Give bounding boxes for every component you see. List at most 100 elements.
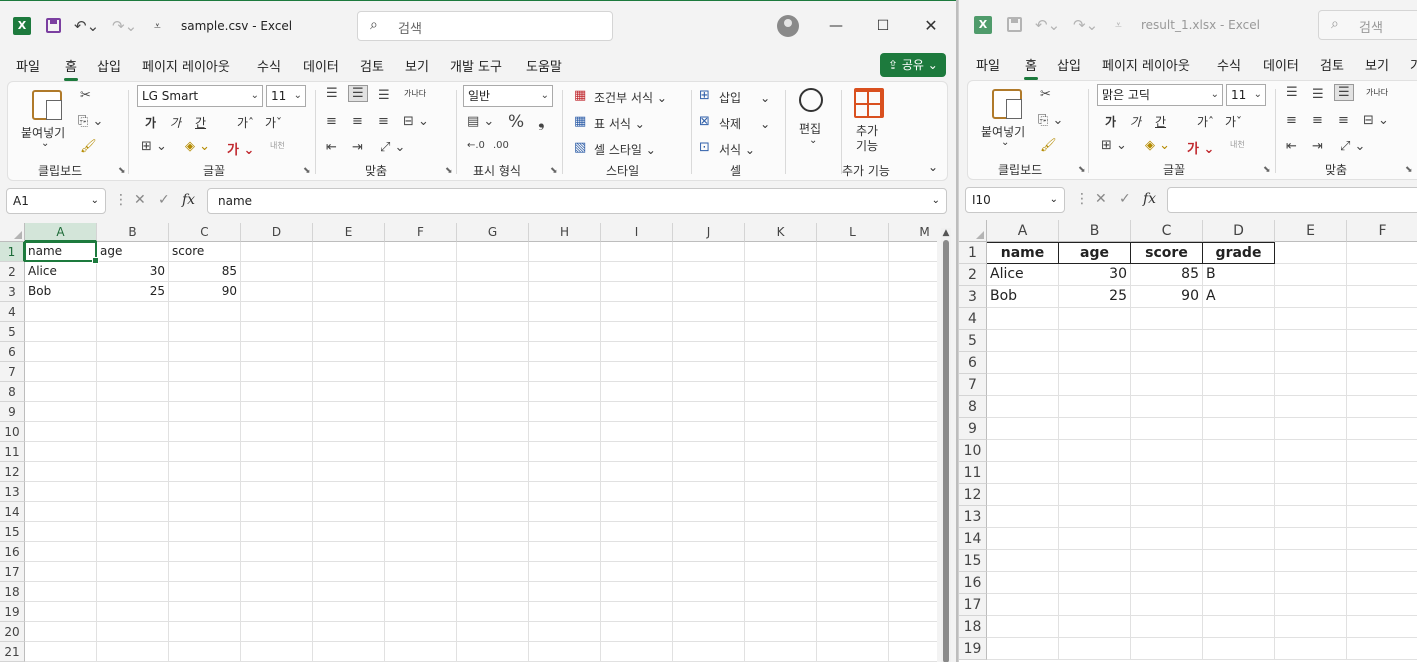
row-header-5[interactable]: 5 [959,330,987,352]
cell-E13[interactable] [1275,506,1347,528]
cell-L7[interactable] [817,362,889,382]
enter-formula-icon[interactable]: ✓ [158,192,170,208]
alignment-launcher-icon[interactable]: ⬊ [1405,165,1413,175]
cell-E6[interactable] [313,342,385,362]
cell-D6[interactable] [241,342,313,362]
format-as-table-icon[interactable]: ▦ [574,114,586,129]
format-as-table-button[interactable]: 표 서식 ⌄ [594,115,645,132]
cell-F12[interactable] [385,462,457,482]
cell-B18[interactable] [97,582,169,602]
cell-C2[interactable]: 85 [169,262,241,282]
tab-developer[interactable]: 가 [1410,55,1417,74]
cell-A9[interactable] [987,418,1059,440]
cell-A11[interactable] [25,442,97,462]
cell-D9[interactable] [1203,418,1275,440]
cell-G17[interactable] [457,562,529,582]
add-ins-icon[interactable] [854,88,884,118]
cell-H12[interactable] [529,462,601,482]
cell-G16[interactable] [457,542,529,562]
cell-B8[interactable] [97,382,169,402]
format-cells-icon[interactable]: ⊡ [699,140,710,155]
row-header-20[interactable]: 20 [0,622,25,642]
cell-M4[interactable] [889,302,937,322]
font-name-combo[interactable]: LG Smart ⌄ [137,85,263,107]
cell-E8[interactable] [1275,396,1347,418]
cell-B11[interactable] [1059,462,1131,484]
cell-E3[interactable] [1275,286,1347,308]
orientation-icon[interactable]: ⤢ ⌄ [1340,139,1365,154]
tab-page-layout[interactable]: 페이지 레이아웃 [1102,55,1190,74]
border-icon[interactable]: ⊞ ⌄ [141,139,167,154]
merge-center-icon[interactable]: ⊟ ⌄ [403,114,429,129]
column-header-H[interactable]: H [529,223,601,242]
cell-I9[interactable] [601,402,673,422]
tab-help[interactable]: 도움말 [526,56,562,75]
cell-D15[interactable] [1203,550,1275,572]
wrap-text-button[interactable]: 가나다 [1366,87,1388,98]
column-header-C[interactable]: C [1131,220,1203,242]
row-header-12[interactable]: 12 [959,484,987,506]
cell-E3[interactable] [313,282,385,302]
copy-icon[interactable]: ⎘ ⌄ [78,114,103,129]
tab-data[interactable]: 데이터 [303,56,339,75]
cell-K15[interactable] [745,522,817,542]
row-header-19[interactable]: 19 [959,638,987,660]
cell-E5[interactable] [1275,330,1347,352]
cell-J3[interactable] [673,282,745,302]
cell-D3[interactable] [241,282,313,302]
grow-font-button[interactable]: 가ˆ [1197,113,1214,130]
number-format-combo[interactable]: 일반 ⌄ [463,85,553,107]
cell-L4[interactable] [817,302,889,322]
cell-G19[interactable] [457,602,529,622]
maximize-icon[interactable]: ☐ [870,13,896,39]
formula-input[interactable] [1167,187,1417,213]
row-header-8[interactable]: 8 [0,382,25,402]
cut-icon[interactable]: ✂ [80,88,91,103]
cell-M6[interactable] [889,342,937,362]
cell-M11[interactable] [889,442,937,462]
cell-C6[interactable] [1131,352,1203,374]
cell-M5[interactable] [889,322,937,342]
row-header-10[interactable]: 10 [959,440,987,462]
row-header-10[interactable]: 10 [0,422,25,442]
row-header-1[interactable]: 1 [959,242,987,264]
cell-H10[interactable] [529,422,601,442]
border-icon[interactable]: ⊞ ⌄ [1101,138,1127,153]
cell-D17[interactable] [1203,594,1275,616]
cell-D19[interactable] [1203,638,1275,660]
cell-F8[interactable] [385,382,457,402]
cell-A14[interactable] [25,502,97,522]
cell-K12[interactable] [745,462,817,482]
save-icon[interactable] [46,18,61,33]
cell-A5[interactable] [987,330,1059,352]
cell-F4[interactable] [1347,308,1417,330]
account-avatar[interactable] [777,15,799,37]
conditional-format-icon[interactable]: ▦ [574,88,586,103]
cell-C3[interactable]: 90 [169,282,241,302]
cell-C7[interactable] [169,362,241,382]
cell-C16[interactable] [1131,572,1203,594]
row-header-11[interactable]: 11 [959,462,987,484]
cell-C3[interactable]: 90 [1131,286,1203,308]
column-header-C[interactable]: C [169,223,241,242]
cell-L5[interactable] [817,322,889,342]
worksheet-grid[interactable]: A B C D E F G H I J K L M 1 name age score 2 Alice 30 85 3 Bob… [0,223,937,662]
cell-E1[interactable] [1275,242,1347,264]
column-header-L[interactable]: L [817,223,889,242]
column-header-B[interactable]: B [1059,220,1131,242]
cell-B14[interactable] [1059,528,1131,550]
column-header-F[interactable]: F [1347,220,1417,242]
chevron-down-icon[interactable]: ⌄ [809,135,817,146]
cell-F5[interactable] [385,322,457,342]
cell-C10[interactable] [1131,440,1203,462]
cell-M12[interactable] [889,462,937,482]
column-header-E[interactable]: E [313,223,385,242]
cell-B12[interactable] [97,462,169,482]
row-header-21[interactable]: 21 [0,642,25,662]
cell-H18[interactable] [529,582,601,602]
cell-F4[interactable] [385,302,457,322]
cell-F15[interactable] [1347,550,1417,572]
enter-formula-icon[interactable]: ✓ [1119,191,1131,207]
cell-L6[interactable] [817,342,889,362]
font-launcher-icon[interactable]: ⬊ [303,166,311,176]
